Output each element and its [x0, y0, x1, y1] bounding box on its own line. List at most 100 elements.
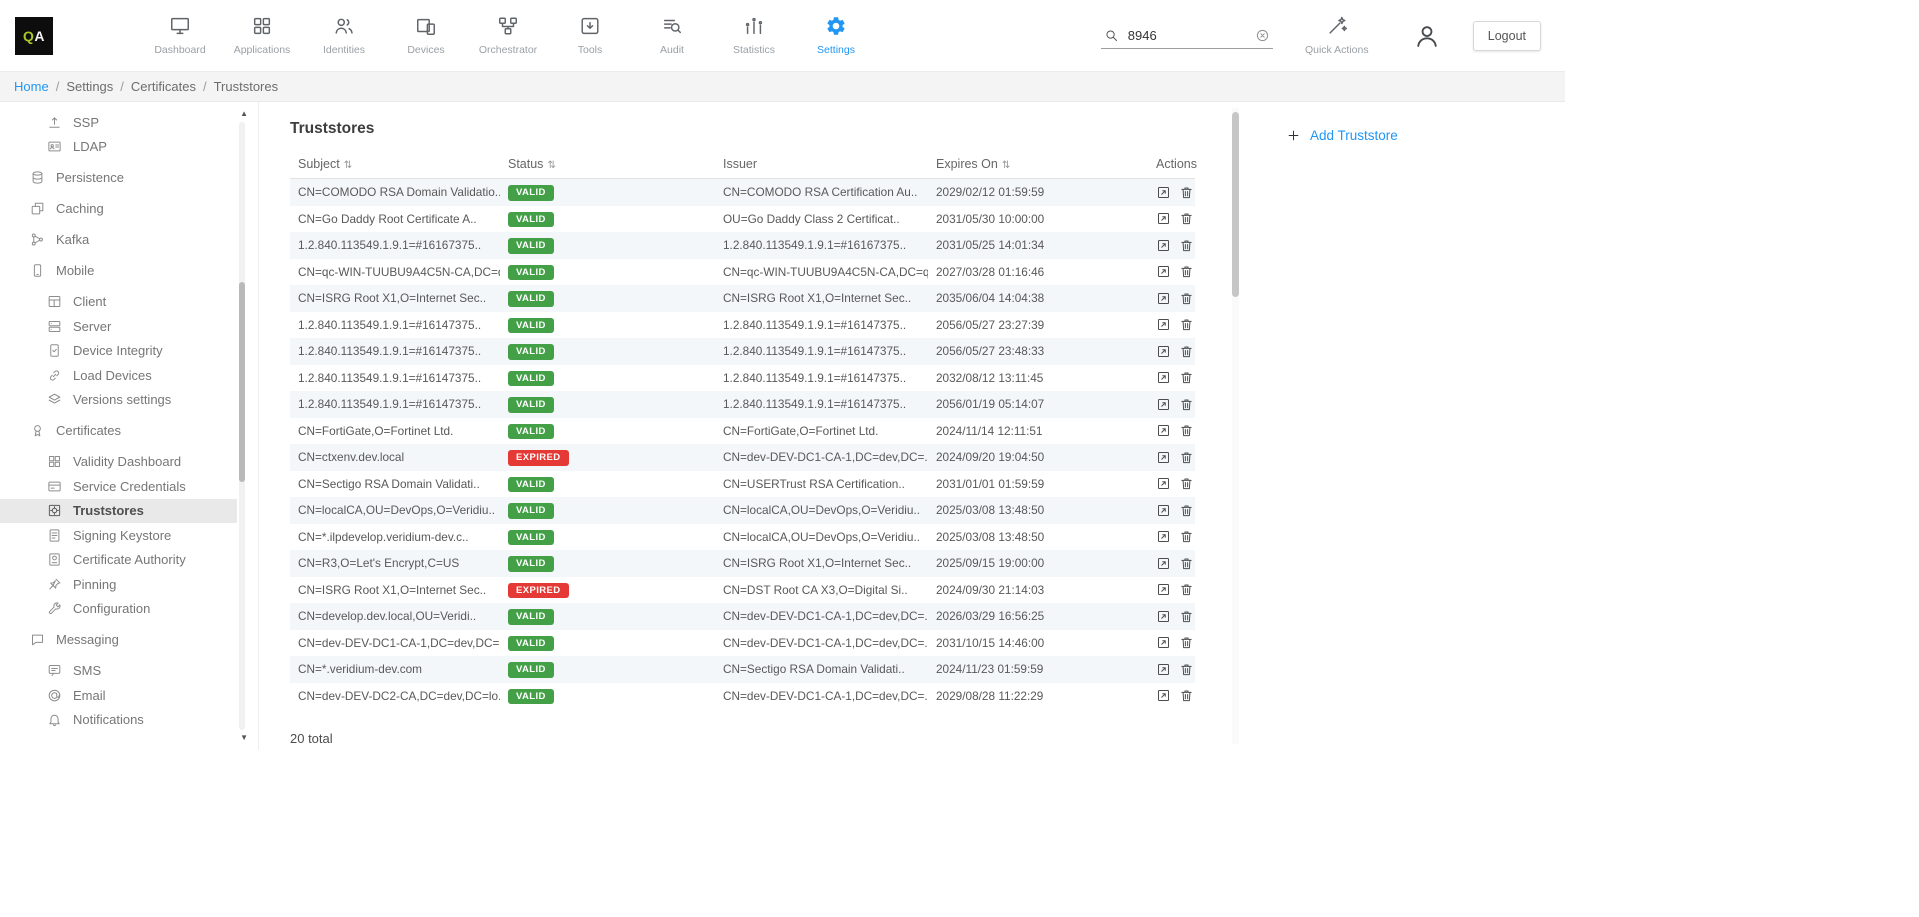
delete-truststore-button[interactable]: [1179, 503, 1194, 518]
view-truststore-button[interactable]: [1156, 476, 1171, 491]
nav-item-statistics[interactable]: Statistics: [713, 15, 795, 56]
sidebar-item-versions-settings[interactable]: Versions settings: [0, 388, 237, 413]
sidebar-item-server[interactable]: Server: [0, 314, 237, 339]
logout-button[interactable]: Logout: [1473, 21, 1541, 51]
search-input[interactable]: [1128, 28, 1255, 43]
delete-truststore-button[interactable]: [1179, 688, 1194, 703]
sidebar-item-email[interactable]: Email: [0, 683, 237, 708]
nav-item-applications[interactable]: Applications: [221, 15, 303, 56]
breadcrumb-item-certificates[interactable]: Certificates: [131, 79, 196, 94]
sidebar-item-truststores[interactable]: Truststores: [0, 499, 237, 524]
add-truststore-button[interactable]: Add Truststore: [1286, 128, 1398, 143]
view-truststore-button[interactable]: [1156, 609, 1171, 624]
grid-icon: [47, 454, 62, 469]
add-truststore-label: Add Truststore: [1310, 128, 1398, 143]
sidebar-scrollbar-thumb[interactable]: [239, 282, 245, 482]
sort-icon: ⇅: [344, 160, 352, 171]
sidebar-item-caching[interactable]: Caching: [0, 197, 237, 222]
sidebar-item-certificates[interactable]: Certificates: [0, 419, 237, 444]
column-header-status[interactable]: Status⇅: [500, 150, 715, 179]
delete-truststore-button[interactable]: [1179, 264, 1194, 279]
delete-truststore-button[interactable]: [1179, 556, 1194, 571]
view-truststore-button[interactable]: [1156, 291, 1171, 306]
view-truststore-button[interactable]: [1156, 317, 1171, 332]
sidebar-item-sms[interactable]: SMS: [0, 659, 237, 684]
view-truststore-button[interactable]: [1156, 344, 1171, 359]
nav-item-orchestrator[interactable]: Orchestrator: [467, 15, 549, 56]
nav-item-identities[interactable]: Identities: [303, 15, 385, 56]
delete-truststore-button[interactable]: [1179, 211, 1194, 226]
view-truststore-button[interactable]: [1156, 264, 1171, 279]
delete-truststore-button[interactable]: [1179, 344, 1194, 359]
breadcrumb-item-home[interactable]: Home: [14, 79, 49, 94]
sidebar-scroll-down-arrow[interactable]: ▼: [240, 734, 248, 742]
view-truststore-button[interactable]: [1156, 503, 1171, 518]
table-scrollbar-thumb[interactable]: [1232, 112, 1239, 297]
sidebar-item-device-integrity[interactable]: Device Integrity: [0, 339, 237, 364]
column-header-expires-on[interactable]: Expires On⇅: [928, 150, 1148, 179]
page-title: Truststores: [290, 120, 1242, 138]
sidebar-scroll-up-arrow[interactable]: ▲: [240, 110, 248, 118]
delete-truststore-button[interactable]: [1179, 529, 1194, 544]
status-badge: VALID: [508, 344, 554, 360]
sidebar-item-signing-keystore[interactable]: Signing Keystore: [0, 523, 237, 548]
view-truststore-button[interactable]: [1156, 529, 1171, 544]
view-truststore-button[interactable]: [1156, 450, 1171, 465]
status-badge: EXPIRED: [508, 583, 569, 599]
delete-truststore-button[interactable]: [1179, 397, 1194, 412]
delete-truststore-button[interactable]: [1179, 582, 1194, 597]
view-truststore-button[interactable]: [1156, 635, 1171, 650]
delete-truststore-button[interactable]: [1179, 291, 1194, 306]
sidebar-item-kafka[interactable]: Kafka: [0, 228, 237, 253]
view-truststore-button[interactable]: [1156, 211, 1171, 226]
sidebar-item-configuration[interactable]: Configuration: [0, 597, 237, 622]
delete-truststore-button[interactable]: [1179, 317, 1194, 332]
sidebar-item-mobile[interactable]: Mobile: [0, 259, 237, 284]
cell-subject: CN=qc-WIN-TUUBU9A4C5N-CA,DC=qc..: [290, 259, 500, 286]
view-truststore-button[interactable]: [1156, 662, 1171, 677]
nav-item-settings[interactable]: Settings: [795, 15, 877, 56]
view-truststore-button[interactable]: [1156, 185, 1171, 200]
breadcrumb-item-settings[interactable]: Settings: [66, 79, 113, 94]
delete-truststore-button[interactable]: [1179, 635, 1194, 650]
view-truststore-button[interactable]: [1156, 688, 1171, 703]
nav-item-devices[interactable]: Devices: [385, 15, 467, 56]
sidebar-item-pinning[interactable]: Pinning: [0, 572, 237, 597]
sidebar-item-service-credentials[interactable]: Service Credentials: [0, 474, 237, 499]
sidebar-item-ldap[interactable]: LDAP: [0, 135, 237, 160]
delete-truststore-button[interactable]: [1179, 662, 1194, 677]
view-truststore-button[interactable]: [1156, 238, 1171, 253]
nav-item-audit[interactable]: Audit: [631, 15, 713, 56]
quick-actions-button[interactable]: Quick Actions: [1301, 15, 1373, 56]
delete-truststore-button[interactable]: [1179, 609, 1194, 624]
delete-truststore-button[interactable]: [1179, 423, 1194, 438]
delete-truststore-button[interactable]: [1179, 238, 1194, 253]
sidebar-item-load-devices[interactable]: Load Devices: [0, 363, 237, 388]
wrench-icon: [47, 601, 62, 616]
view-truststore-button[interactable]: [1156, 556, 1171, 571]
sidebar-item-notifications[interactable]: Notifications: [0, 708, 237, 733]
delete-truststore-button[interactable]: [1179, 476, 1194, 491]
cell-expires-on: 2029/02/12 01:59:59: [928, 179, 1148, 206]
sidebar-item-certificate-authority[interactable]: Certificate Authority: [0, 548, 237, 573]
nav-item-tools[interactable]: Tools: [549, 15, 631, 56]
sidebar-item-validity-dashboard[interactable]: Validity Dashboard: [0, 450, 237, 475]
sidebar-item-persistence[interactable]: Persistence: [0, 166, 237, 191]
view-truststore-button[interactable]: [1156, 370, 1171, 385]
delete-truststore-button[interactable]: [1179, 185, 1194, 200]
delete-truststore-button[interactable]: [1179, 370, 1194, 385]
delete-truststore-button[interactable]: [1179, 450, 1194, 465]
user-profile-icon[interactable]: [1413, 22, 1441, 50]
nav-item-dashboard[interactable]: Dashboard: [139, 15, 221, 56]
view-truststore-button[interactable]: [1156, 397, 1171, 412]
cell-actions: [1148, 418, 1195, 445]
column-header-subject[interactable]: Subject⇅: [290, 150, 500, 179]
clear-search-icon[interactable]: [1255, 28, 1270, 43]
sidebar-item-ssp[interactable]: SSP: [0, 110, 237, 135]
cell-actions: [1148, 603, 1195, 630]
view-truststore-button[interactable]: [1156, 582, 1171, 597]
sidebar-item-label: SMS: [73, 663, 101, 678]
view-truststore-button[interactable]: [1156, 423, 1171, 438]
sidebar-item-client[interactable]: Client: [0, 290, 237, 315]
sidebar-item-messaging[interactable]: Messaging: [0, 628, 237, 653]
